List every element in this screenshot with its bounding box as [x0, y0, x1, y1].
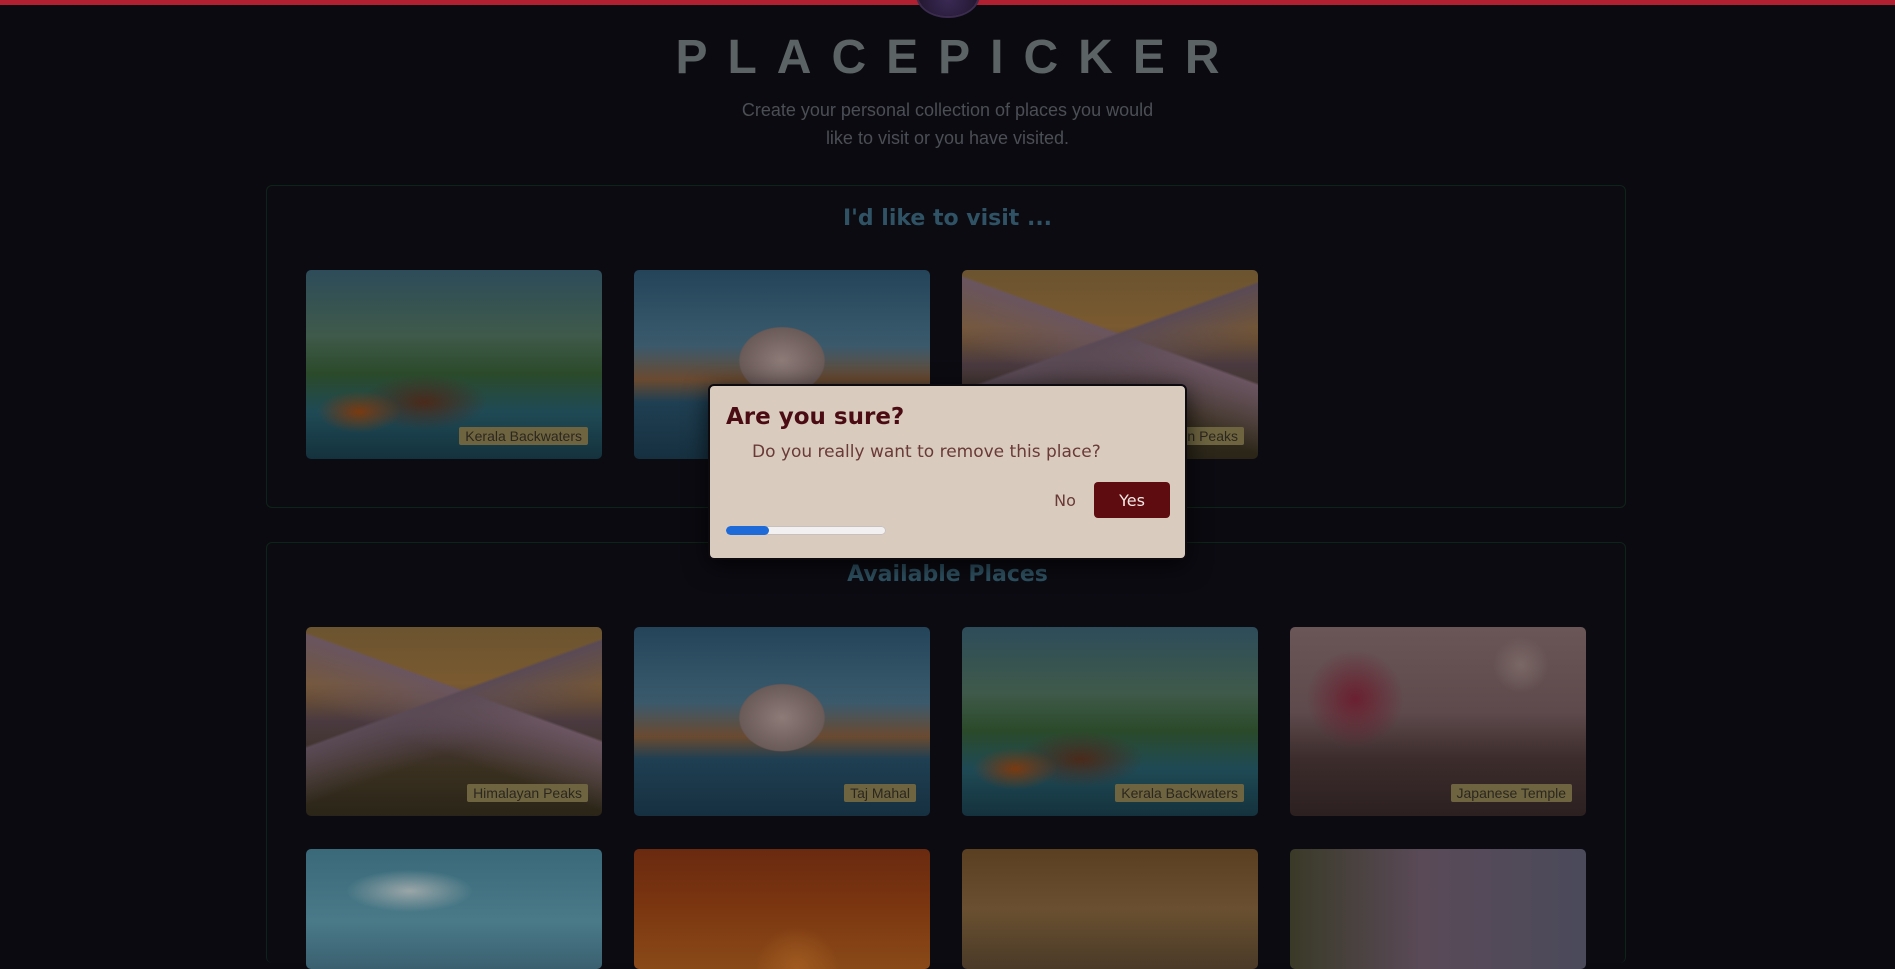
tagline: Create your personal collection of place… [741, 100, 1154, 148]
page-title: PLACEPICKER [675, 31, 1240, 84]
place-label: Taj Mahal [844, 784, 916, 802]
place-card[interactable] [306, 849, 602, 969]
place-card[interactable] [634, 849, 930, 969]
place-card-kerala-backwaters[interactable]: Kerala Backwaters [306, 270, 602, 459]
place-card[interactable] [1290, 849, 1586, 969]
confirm-dialog: Are you sure? Do you really want to remo… [708, 384, 1187, 560]
no-button[interactable]: No [1046, 482, 1084, 518]
yes-button[interactable]: Yes [1094, 482, 1170, 518]
available-places-title: Available Places [847, 562, 1048, 587]
place-card-japanese-temple[interactable]: Japanese Temple [1290, 627, 1586, 816]
place-card-kerala-backwaters[interactable]: Kerala Backwaters [962, 627, 1258, 816]
countdown-progress-bar [726, 526, 886, 535]
place-card-taj-mahal[interactable]: Taj Mahal [634, 627, 930, 816]
place-card-himalayan-peaks[interactable]: Himalayan Peaks [306, 627, 602, 816]
picked-places-title: I'd like to visit ... [842, 206, 1053, 231]
place-label: Japanese Temple [1450, 784, 1572, 802]
progress-fill [726, 526, 770, 535]
place-label: Kerala Backwaters [459, 427, 588, 445]
place-label: Kerala Backwaters [1115, 784, 1244, 802]
place-card[interactable] [962, 849, 1258, 969]
dialog-message: Do you really want to remove this place? [752, 442, 1101, 462]
logo-icon [918, 0, 978, 16]
place-label: Himalayan Peaks [467, 784, 588, 802]
place-label: n Peaks [1181, 427, 1244, 445]
dialog-title: Are you sure? [726, 404, 905, 430]
